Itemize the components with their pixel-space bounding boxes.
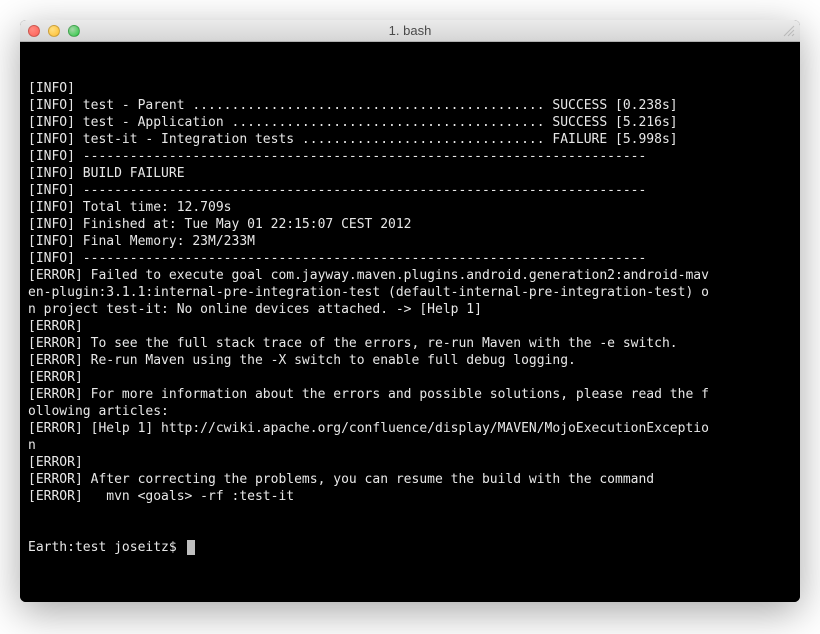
prompt-text: Earth:test joseitz$: [28, 539, 185, 556]
cursor: [187, 540, 195, 555]
terminal-window: 1. bash [INFO][INFO] test - Parent .....…: [20, 20, 800, 602]
resize-icon: [782, 24, 796, 38]
terminal-line: [INFO] Finished at: Tue May 01 22:15:07 …: [28, 216, 792, 233]
terminal-line: [ERROR]: [28, 318, 792, 335]
terminal-line: [ERROR] mvn <goals> -rf :test-it: [28, 488, 792, 505]
terminal-line: [ERROR] For more information about the e…: [28, 386, 792, 403]
terminal-line: [INFO]: [28, 80, 792, 97]
terminal-line: [INFO] test - Parent ...................…: [28, 97, 792, 114]
minimize-button[interactable]: [48, 25, 60, 37]
prompt-line[interactable]: Earth:test joseitz$: [28, 539, 792, 556]
window-title: 1. bash: [20, 23, 800, 38]
terminal-line: [ERROR]: [28, 369, 792, 386]
traffic-lights: [28, 25, 80, 37]
terminal-line: [INFO] test - Application ..............…: [28, 114, 792, 131]
title-bar: 1. bash: [20, 20, 800, 42]
terminal-line: n: [28, 437, 792, 454]
terminal-body[interactable]: [INFO][INFO] test - Parent .............…: [20, 42, 800, 602]
terminal-line: [INFO] test-it - Integration tests .....…: [28, 131, 792, 148]
terminal-line: [ERROR] Failed to execute goal com.jaywa…: [28, 267, 792, 284]
terminal-line: [INFO] BUILD FAILURE: [28, 165, 792, 182]
terminal-line: [ERROR] After correcting the problems, y…: [28, 471, 792, 488]
terminal-line: [INFO] Final Memory: 23M/233M: [28, 233, 792, 250]
terminal-line: [ERROR] [Help 1] http://cwiki.apache.org…: [28, 420, 792, 437]
maximize-button[interactable]: [68, 25, 80, 37]
terminal-line: [ERROR] To see the full stack trace of t…: [28, 335, 792, 352]
terminal-line: [INFO] ---------------------------------…: [28, 182, 792, 199]
close-button[interactable]: [28, 25, 40, 37]
terminal-line: n project test-it: No online devices att…: [28, 301, 792, 318]
terminal-line: [ERROR] Re-run Maven using the -X switch…: [28, 352, 792, 369]
terminal-line: [ERROR]: [28, 454, 792, 471]
terminal-line: [INFO] ---------------------------------…: [28, 250, 792, 267]
terminal-line: ollowing articles:: [28, 403, 792, 420]
terminal-line: [INFO] ---------------------------------…: [28, 148, 792, 165]
terminal-line: [INFO] Total time: 12.709s: [28, 199, 792, 216]
terminal-output: [INFO][INFO] test - Parent .............…: [28, 80, 792, 505]
terminal-line: en-plugin:3.1.1:internal-pre-integration…: [28, 284, 792, 301]
